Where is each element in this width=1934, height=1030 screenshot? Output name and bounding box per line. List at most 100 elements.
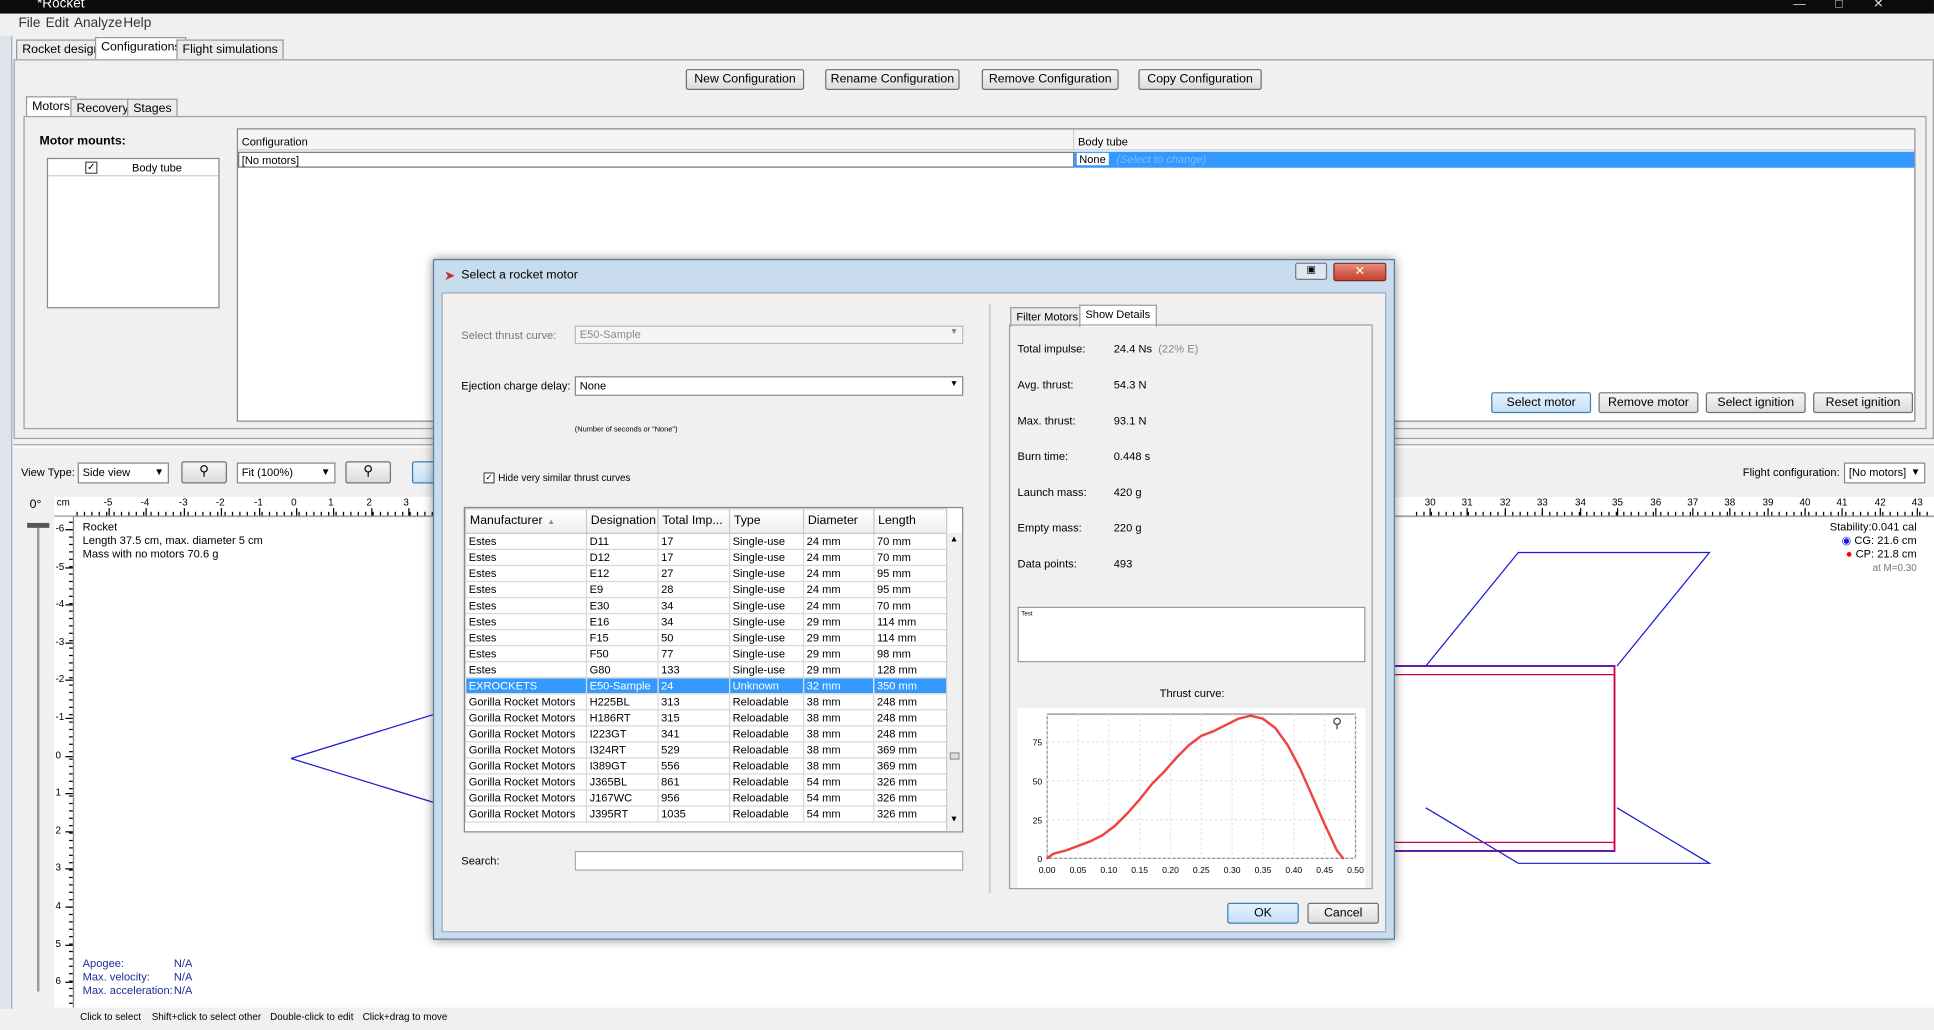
table-scrollbar[interactable]: ▲ ▼ (946, 532, 963, 832)
reset-ignition-button[interactable]: Reset ignition (1813, 392, 1914, 414)
new-configuration-button[interactable]: New Configuration (685, 69, 805, 91)
motor-row[interactable]: Estes F50 77 Single-use 29 mm 98 mm (464, 645, 948, 663)
cell-designation: J167WC (585, 789, 659, 807)
copy-configuration-button[interactable]: Copy Configuration (1138, 69, 1262, 91)
motor-row[interactable]: Gorilla Rocket Motors I223GT 341 Reloadable… (464, 725, 948, 743)
ruler-minor-tick (1889, 511, 1891, 516)
ruler-minor-tick (69, 743, 73, 745)
col-length[interactable]: Length (873, 508, 948, 535)
thrust-data-point (1249, 714, 1252, 717)
ruler-minor-tick (1682, 511, 1684, 516)
ejection-hint: (Number of seconds or "None") (574, 426, 678, 435)
zoom-in-button[interactable]: ⚲ (181, 461, 227, 484)
menu-help[interactable]: Help (123, 16, 151, 31)
scroll-thumb[interactable] (949, 752, 960, 760)
motor-row[interactable]: Gorilla Rocket Motors H225BL 313 Reloadable… (464, 693, 948, 711)
motor-row[interactable]: Estes F15 50 Single-use 29 mm 114 mm (464, 628, 948, 647)
ruler-minor-tick (128, 511, 130, 516)
menu-file[interactable]: File (19, 16, 41, 31)
config-cell-motor[interactable]: None (Select to change) (1074, 151, 1915, 168)
col-manufacturer[interactable]: Manufacturer ▲ (464, 508, 588, 535)
motor-row[interactable]: Estes D11 17 Single-use 24 mm 70 mm (464, 532, 948, 551)
thrust-data-point (1114, 824, 1116, 827)
cell-length: 98 mm (873, 645, 948, 663)
ok-button[interactable]: OK (1227, 902, 1299, 924)
motor-row[interactable]: Estes E12 27 Single-use 24 mm 95 mm (464, 564, 948, 583)
flight-config-select[interactable]: [No motors] ▼ (1843, 462, 1926, 484)
cell-manufacturer: Estes (464, 596, 588, 615)
ruler-minor-tick (1837, 511, 1839, 516)
stability-label: Stability: (1829, 520, 1872, 533)
motor-row[interactable]: Estes D12 17 Single-use 24 mm 70 mm (464, 548, 948, 567)
view-type-select[interactable]: Side view ▼ (77, 462, 169, 484)
motor-row[interactable]: Estes E16 34 Single-use 29 mm 114 mm (464, 612, 948, 631)
ruler-minor-tick (69, 551, 73, 553)
detail-label: Total impulse: (1017, 342, 1086, 356)
motor-row[interactable]: Estes G80 133 Single-use 29 mm 128 mm (464, 661, 948, 679)
cell-diameter: 24 mm (802, 548, 875, 567)
config-cell-name[interactable]: [No motors] (238, 151, 1075, 168)
tab-flight-simulations[interactable]: Flight simulations (176, 39, 285, 60)
ruler-minor-tick (69, 936, 73, 938)
motor-row[interactable]: Gorilla Rocket Motors J167WC 956 Reloadable… (464, 789, 948, 807)
motor-row[interactable]: Gorilla Rocket Motors H186RT 315 Reloadable… (464, 709, 948, 727)
close-window-icon[interactable]: ✕ (1865, 0, 1892, 12)
thrust-data-point (1212, 730, 1215, 733)
motor-row[interactable]: Estes E9 28 Single-use 24 mm 95 mm (464, 580, 948, 599)
ejection-delay-select[interactable]: None ▼ (574, 376, 964, 396)
hide-similar-checkbox[interactable]: ✓ (483, 472, 495, 484)
mount-checkbox[interactable]: ✓ (85, 161, 98, 174)
ruler-tick (65, 793, 73, 795)
menu-edit[interactable]: Edit (46, 16, 69, 31)
thrust-curve-select[interactable]: E50-Sample ▼ (574, 325, 964, 345)
maximize-icon[interactable]: □ (1825, 0, 1852, 12)
motor-row[interactable]: Gorilla Rocket Motors J365BL 861 Reloadable… (464, 773, 948, 791)
cell-designation: H186RT (585, 709, 659, 727)
motor-row[interactable]: Estes E30 34 Single-use 24 mm 70 mm (464, 596, 948, 615)
ruler-minor-tick (1822, 511, 1825, 516)
rename-configuration-button[interactable]: Rename Configuration (825, 69, 960, 91)
col-type[interactable]: Type (728, 508, 805, 535)
tab-configurations[interactable]: Configurations (94, 36, 187, 60)
cancel-button[interactable]: Cancel (1307, 902, 1379, 924)
motor-row[interactable]: Gorilla Rocket Motors J395RT 1035 Reloadabl… (464, 805, 948, 823)
col-diameter[interactable]: Diameter (802, 508, 875, 535)
header-configuration[interactable]: Configuration (238, 129, 1075, 151)
col-designation[interactable]: Designation (585, 508, 659, 535)
motor-row[interactable]: Gorilla Rocket Motors I389GT 556 Reloadable… (464, 757, 948, 775)
scroll-up-icon[interactable]: ▲ (950, 535, 959, 544)
cell-type: Reloadable (728, 693, 805, 711)
motor-row[interactable]: Gorilla Rocket Motors I324RT 529 Reloadable… (464, 741, 948, 759)
col-total-impulse[interactable]: Total Imp... (657, 508, 731, 535)
thrust-data-point (1064, 849, 1067, 852)
zoom-out-button[interactable]: ⚲ (345, 461, 391, 484)
cell-diameter: 29 mm (802, 645, 875, 663)
rotation-slider-track[interactable] (37, 522, 40, 992)
motor-mount-item[interactable]: ✓ Body tube (48, 159, 219, 177)
rotation-slider-thumb[interactable] (27, 522, 50, 528)
restore-icon[interactable]: ▣ (1295, 262, 1328, 280)
minimize-icon[interactable]: — (1786, 0, 1813, 12)
detail-value-text: 54.3 N (1113, 378, 1147, 391)
header-body-tube[interactable]: Body tube (1074, 129, 1915, 151)
magnifier-icon[interactable]: ⚲ (1332, 715, 1342, 732)
x-tick-label: 0.35 (1255, 865, 1272, 875)
ruler-minor-tick (1489, 511, 1492, 516)
detail-value: 420 g (1114, 486, 1142, 498)
view-type-value: Side view (82, 466, 131, 479)
dialog-close-icon[interactable]: ✕ (1333, 262, 1387, 282)
search-input[interactable] (574, 850, 964, 871)
remove-configuration-button[interactable]: Remove Configuration (981, 69, 1119, 91)
menu-analyze[interactable]: Analyze (74, 16, 122, 31)
ruler-minor-tick (69, 758, 73, 760)
tab-rocket-design[interactable]: Rocket design (16, 39, 107, 60)
cell-length: 70 mm (873, 596, 948, 615)
select-ignition-button[interactable]: Select ignition (1705, 392, 1806, 414)
motor-row[interactable]: EXROCKETS E50-Sample 24 Unknown 32 mm 350 mm (464, 677, 948, 695)
thrust-data-point (1052, 852, 1055, 855)
zoom-select[interactable]: Fit (100%) ▼ (236, 462, 336, 484)
cell-designation: I223GT (585, 725, 659, 743)
scroll-down-icon[interactable]: ▼ (950, 815, 959, 824)
remove-motor-button[interactable]: Remove motor (1598, 392, 1699, 414)
select-motor-button[interactable]: Select motor (1491, 392, 1592, 414)
